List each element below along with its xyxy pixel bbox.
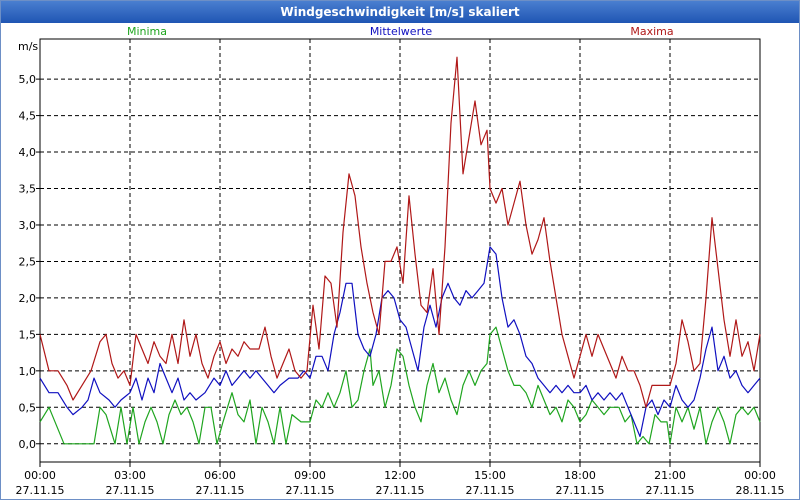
x-tick-date-label: 27.11.15: [466, 484, 515, 497]
y-tick-label: 3,5: [19, 183, 37, 196]
x-tick-date-label: 28.11.15: [736, 484, 785, 497]
legend-maxima: Maxima: [630, 25, 673, 38]
legend: Minima Mittelwerte Maxima: [127, 25, 674, 38]
x-tick-time-label: 00:00: [744, 469, 776, 482]
x-tick-date-label: 27.11.15: [196, 484, 245, 497]
x-tick-time-label: 15:00: [474, 469, 506, 482]
x-tick-time-label: 18:00: [564, 469, 596, 482]
y-tick-label: 3,0: [19, 219, 37, 232]
x-tick-time-label: 21:00: [654, 469, 686, 482]
x-tick-date-label: 27.11.15: [556, 484, 605, 497]
y-tick-label: 0,5: [19, 401, 37, 414]
y-tick-label: 1,5: [19, 328, 37, 341]
x-tick-date-label: 27.11.15: [106, 484, 155, 497]
y-tick-label: 2,0: [19, 292, 37, 305]
y-axis-label: m/s: [18, 40, 38, 53]
x-tick-date-label: 27.11.15: [646, 484, 695, 497]
y-tick-label: 4,5: [19, 110, 37, 123]
x-tick-time-label: 12:00: [384, 469, 416, 482]
x-tick-date-label: 27.11.15: [16, 484, 65, 497]
x-tick-time-label: 00:00: [24, 469, 56, 482]
grid: [40, 39, 760, 462]
y-tick-label: 5,0: [19, 73, 37, 86]
x-tick-date-label: 27.11.15: [286, 484, 335, 497]
y-tick-label: 2,5: [19, 255, 37, 268]
y-tick-label: 4,0: [19, 146, 37, 159]
x-tick-time-label: 03:00: [114, 469, 146, 482]
wind-speed-chart: 0,0 0,5 1,0 1,5 2,0 2,5 3,0 3,5 4,0 4,5 5,0 00:00 27…: [16, 25, 785, 497]
x-tick-time-label: 09:00: [294, 469, 326, 482]
y-tick-label: 1,0: [19, 365, 37, 378]
legend-minima: Minima: [127, 25, 167, 38]
y-tick-label: 0,0: [19, 438, 37, 451]
x-tick-time-label: 06:00: [204, 469, 236, 482]
x-tick-date-label: 27.11.15: [376, 484, 425, 497]
legend-mittelwerte: Mittelwerte: [370, 25, 433, 38]
